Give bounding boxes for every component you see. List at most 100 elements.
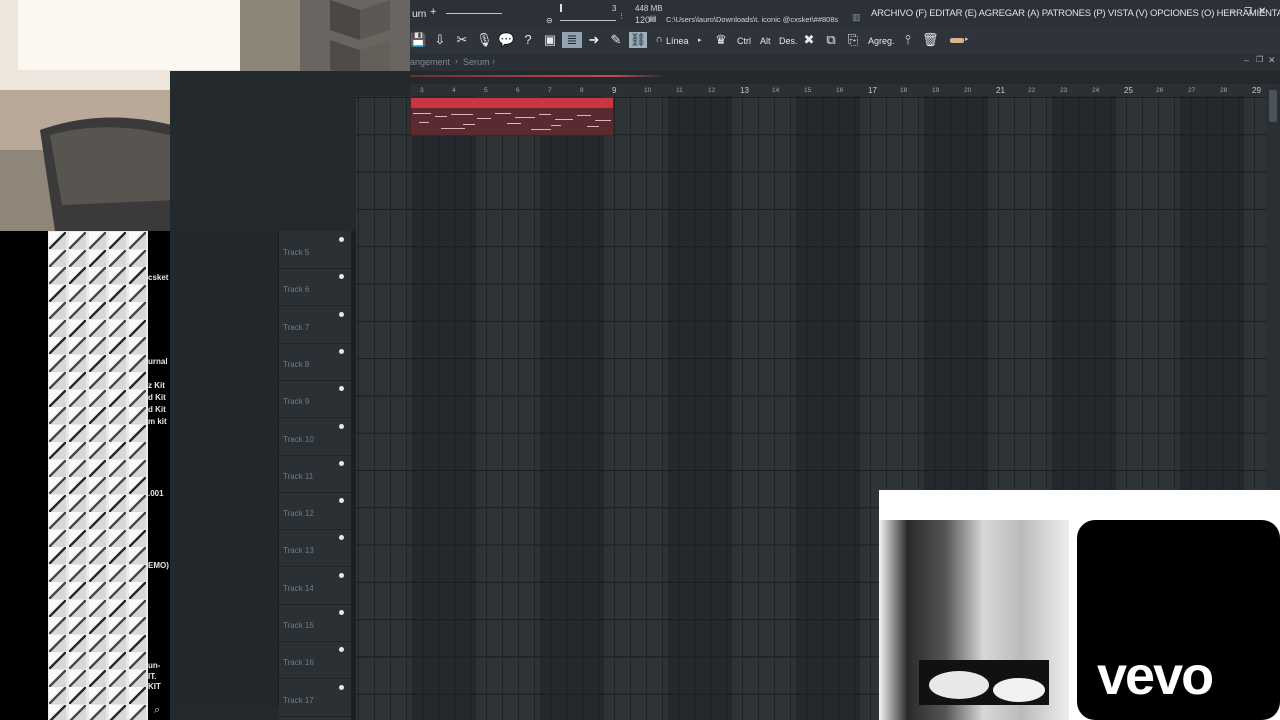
paste-icon[interactable]: ⎘ [845,32,861,48]
timeline-ruler[interactable]: 3 4 5 6 7 8 9 10 11 12 13 14 15 16 17 18 19 20 21 22 23 24 25 2… [410,84,1266,96]
sample-thumbnail[interactable] [89,284,106,302]
sample-thumbnail[interactable] [89,652,106,669]
track-mute-icon[interactable] [339,237,344,242]
sample-thumbnail[interactable] [129,652,146,669]
sample-thumbnail[interactable] [69,617,86,634]
sample-thumbnail[interactable] [129,512,146,529]
sample-thumbnail[interactable] [129,564,146,582]
pattern-clip-header[interactable] [411,98,613,108]
sample-thumbnail[interactable] [69,687,86,704]
browser-item-label[interactable]: EMO) [148,561,169,570]
sample-thumbnail[interactable] [129,477,146,494]
sample-thumbnail[interactable] [89,302,106,319]
sample-thumbnail[interactable] [89,529,106,547]
sample-thumbnail[interactable] [129,354,146,372]
sample-thumbnail[interactable] [69,582,86,599]
sample-thumbnail[interactable] [109,564,126,582]
pattern-clip-body[interactable] [411,108,613,135]
delete-icon[interactable]: ✖ [801,32,817,48]
sample-thumbnail[interactable] [89,249,106,267]
sample-thumbnail[interactable] [49,284,66,302]
sample-thumbnail[interactable] [109,512,126,529]
track-mute-icon[interactable] [339,386,344,392]
track-mute-icon[interactable] [339,647,344,653]
sample-thumbnail[interactable] [109,249,126,267]
sample-thumbnail[interactable] [129,599,146,617]
sample-thumbnail[interactable] [109,302,126,319]
minimize-icon[interactable]: – [1230,6,1235,16]
sample-thumbnail[interactable] [89,459,106,477]
sample-thumbnail[interactable] [129,634,146,652]
arrow-right-icon[interactable]: ➜ [586,32,602,48]
des-label[interactable]: Des. [779,36,798,46]
sample-thumbnail[interactable] [69,652,86,669]
sample-thumbnail[interactable] [129,459,146,477]
master-pitch-slider[interactable] [560,4,562,12]
sample-thumbnail[interactable] [49,669,66,687]
browser-panel[interactable] [170,231,279,707]
sample-thumbnail[interactable] [49,477,66,494]
track-mute-icon[interactable] [339,311,344,317]
pitch-slider-track[interactable] [560,20,616,21]
sample-thumbnail[interactable] [49,302,66,319]
sample-thumbnail[interactable] [89,704,106,720]
sample-thumbnails[interactable] [48,231,148,720]
sample-thumbnail[interactable] [49,617,66,634]
browser-item-label[interactable]: csket [148,273,168,282]
sample-thumbnail[interactable] [89,512,106,529]
track-mute-icon[interactable] [339,348,344,354]
sample-thumbnail[interactable] [69,494,86,512]
sample-thumbnail[interactable] [109,389,126,407]
sample-thumbnail[interactable] [69,267,86,284]
sample-thumbnail[interactable] [49,389,66,407]
track-header[interactable]: Track 8 [279,343,351,381]
sample-thumbnail[interactable] [109,669,126,687]
sample-thumbnail[interactable] [89,354,106,372]
sample-thumbnail[interactable] [129,617,146,634]
sample-thumbnail[interactable] [129,407,146,424]
sample-thumbnail[interactable] [109,704,126,720]
pattern-clip[interactable] [410,97,614,136]
scrollbar-thumb[interactable] [1269,90,1277,122]
sample-thumbnail[interactable] [49,424,66,442]
sample-thumbnail[interactable] [89,494,106,512]
sample-thumbnail[interactable] [49,494,66,512]
browser-item-label[interactable]: m kit [148,417,167,426]
sample-thumbnail[interactable] [69,704,86,720]
track-mute-icon[interactable] [339,684,344,690]
save-icon[interactable]: 💾 [410,32,426,48]
draw-icon[interactable]: ✎ [608,32,624,48]
breadcrumb-pattern[interactable]: Serum [463,57,490,67]
sample-thumbnail[interactable] [49,547,66,564]
sample-thumbnail[interactable] [129,389,146,407]
sample-thumbnail[interactable] [89,372,106,389]
sample-thumbnail[interactable] [49,687,66,704]
sample-thumbnail[interactable] [49,512,66,529]
sample-thumbnail[interactable] [109,652,126,669]
sample-thumbnail[interactable] [69,302,86,319]
alt-label[interactable]: Alt [760,36,771,46]
time-marker-bar[interactable] [410,75,663,77]
sample-thumbnail[interactable] [89,617,106,634]
sample-thumbnail[interactable] [109,547,126,564]
sample-thumbnail[interactable] [109,617,126,634]
sample-thumbnail[interactable] [109,529,126,547]
sample-thumbnail[interactable] [129,284,146,302]
sample-thumbnail[interactable] [69,599,86,617]
sample-thumbnail[interactable] [129,232,146,249]
sample-thumbnail[interactable] [69,512,86,529]
sample-thumbnail[interactable] [49,232,66,249]
trim-icon[interactable]: 🗑 [922,32,939,48]
sample-thumbnail[interactable] [109,687,126,704]
track-mute-icon[interactable] [339,572,344,578]
sample-thumbnail[interactable] [129,582,146,599]
sample-thumbnail[interactable] [69,634,86,652]
track-mute-icon[interactable] [339,460,344,466]
track-mute-icon[interactable] [339,535,344,541]
sample-thumbnail[interactable] [49,459,66,477]
sample-thumbnail[interactable] [49,354,66,372]
browser-item-label[interactable]: d Kit [148,393,166,402]
track-header[interactable]: Track 17 [279,679,351,717]
playlist-maximize-icon[interactable]: ❐ [1256,55,1263,64]
sample-thumbnail[interactable] [49,582,66,599]
